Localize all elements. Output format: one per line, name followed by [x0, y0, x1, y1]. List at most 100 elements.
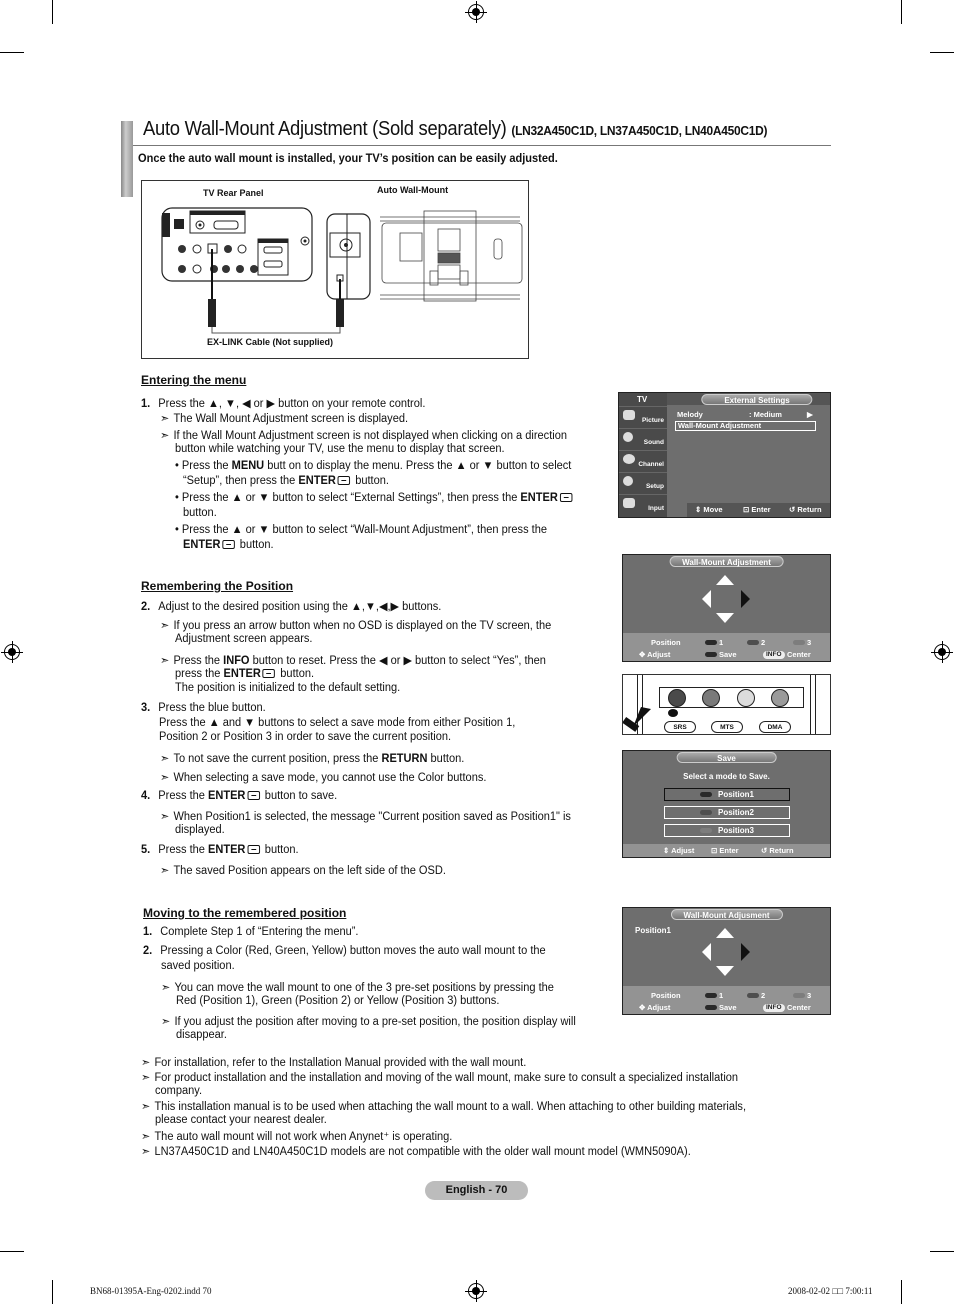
position-2-number: 2 — [761, 638, 766, 647]
crop-mark — [52, 1280, 53, 1304]
note: ➣ When Position1 is selected, the message… — [160, 811, 571, 823]
note: ➣ If you adjust the position after moving… — [161, 1016, 576, 1028]
enter-icon — [559, 493, 573, 502]
crop-mark — [901, 0, 902, 24]
step-2: 2. Pressing a Color (Red, Green, Yellow) … — [143, 945, 546, 957]
enter-icon — [247, 791, 260, 800]
input-icon — [623, 498, 635, 508]
crop-mark — [0, 1251, 24, 1252]
arrow-up-icon[interactable] — [716, 575, 734, 585]
general-note: ➣ For installation, refer to the Installa… — [141, 1057, 527, 1069]
crop-mark — [930, 1251, 954, 1252]
save-option-position1[interactable]: Position1 — [664, 788, 790, 801]
enter-icon — [337, 476, 351, 485]
dma-button[interactable]: DMA — [759, 721, 791, 733]
bullet: • Press the ▲ or ▼ button to select “Wal… — [175, 524, 548, 536]
section-heading-entering-menu: Entering the menu — [141, 373, 247, 387]
osd-menu-input[interactable]: Input — [619, 494, 667, 514]
arrow-right-icon[interactable] — [741, 590, 750, 608]
ex-link-cable-label: EX-LINK Cable (Not supplied) — [207, 337, 333, 347]
osd-legend-bar: Position 1 2 3 ✥ Adjust Save INFO Center — [623, 633, 830, 661]
print-slug-filename: BN68-01395A-Eng-0202.indd 70 — [90, 1286, 212, 1296]
osd-wall-mount-adjustment: Wall-Mount Adjustment Position 1 2 3 ✥ A… — [622, 554, 831, 662]
saved-position-label: Position1 — [635, 926, 672, 935]
bullet: • Press the MENU butt on to display the … — [175, 460, 572, 472]
blue-button[interactable] — [771, 689, 789, 707]
osd-sidebar: TV Picture Sound Channel Setup Input — [619, 393, 667, 517]
sound-icon — [623, 432, 633, 442]
osd-menu-setup[interactable]: Setup — [619, 472, 667, 492]
position-2-pill — [747, 640, 759, 645]
osd-menu-sound[interactable]: Sound — [619, 428, 667, 448]
arrow-up-icon[interactable] — [716, 928, 734, 938]
note: ➣ The saved Position appears on the left … — [160, 865, 446, 877]
save-pill — [705, 1005, 717, 1010]
osd-row-melody-label[interactable]: Melody — [677, 410, 703, 419]
note: ➣ Press the INFO button to reset. Press t… — [160, 655, 546, 667]
center-hint: Center — [787, 1003, 811, 1012]
arrow-right-icon[interactable] — [741, 943, 750, 961]
osd-hint-move: ⇕ Move — [695, 505, 723, 514]
crop-mark — [901, 1280, 902, 1304]
osd-menu-channel[interactable]: Channel — [619, 450, 667, 470]
enter-icon — [222, 540, 235, 549]
osd-tv-label: TV — [637, 395, 648, 404]
arrow-left-icon[interactable] — [702, 943, 711, 961]
position-3-pill — [793, 993, 805, 998]
arrow-down-icon[interactable] — [716, 613, 734, 623]
adjust-hint: ✥ Adjust — [639, 1003, 671, 1012]
page-title: Auto Wall-Mount Adjustment (Sold separat… — [143, 118, 767, 141]
note-cont: Red (Position 1), Green (Position 2) or … — [176, 995, 500, 1007]
picture-icon — [623, 410, 635, 420]
registration-mark-icon — [1, 641, 23, 663]
center-hint: Center — [787, 650, 811, 659]
green-button[interactable] — [702, 689, 720, 707]
osd-hint-enter: ⊡ Enter — [711, 846, 739, 855]
registration-mark-icon — [465, 1, 487, 23]
osd-hint-return: ↺ Return — [761, 846, 794, 855]
general-note-cont: company. — [155, 1085, 203, 1097]
print-slug-timestamp: 2008-02-02 □□ 7:00:11 — [788, 1286, 873, 1296]
osd-caption: Save — [676, 752, 777, 763]
osd-external-settings-menu: TV Picture Sound Channel Setup Input Ext… — [618, 392, 831, 518]
note: ➣ You can move the wall mount to one of t… — [161, 982, 554, 994]
save-option-position2[interactable]: Position2 — [664, 806, 790, 819]
section-marker-bar — [121, 121, 133, 197]
note-cont: Adjustment screen appears. — [175, 633, 313, 645]
save-pill — [705, 652, 717, 657]
enter-icon — [247, 845, 260, 854]
step-2: 2. Adjust to the desired position using t… — [141, 601, 442, 613]
info-badge: INFO — [763, 651, 785, 659]
save-option-position3[interactable]: Position3 — [664, 824, 790, 837]
registration-mark-icon — [931, 641, 953, 663]
position-1-pill — [705, 993, 717, 998]
osd-row-wall-mount-adjustment[interactable]: Wall-Mount Adjustment — [675, 421, 816, 431]
red-button[interactable] — [668, 689, 686, 707]
osd-caption: External Settings — [701, 394, 813, 405]
note: ➣ The Wall Mount Adjustment screen is dis… — [160, 413, 409, 425]
chevron-right-icon: ▶ — [807, 410, 813, 419]
position-3-number: 3 — [807, 991, 812, 1000]
step-cont: saved position. — [161, 960, 235, 972]
osd-menu-picture[interactable]: Picture — [619, 406, 667, 426]
note: ➣ When selecting a save mode, you cannot … — [160, 772, 487, 784]
arrow-left-icon[interactable] — [702, 590, 711, 608]
arrow-down-icon[interactable] — [716, 966, 734, 976]
step-cont: Press the ▲ and ▼ buttons to select a sa… — [159, 717, 516, 729]
srs-button[interactable]: SRS — [664, 721, 696, 733]
osd-legend-bar: Position 1 2 3 ✥ Adjust Save INFO Center — [623, 986, 830, 1014]
pointer-arrow-icon — [623, 707, 651, 732]
save-hint: Save — [719, 1003, 737, 1012]
bullet-cont: ENTER button. — [183, 539, 274, 551]
note-cont: The position is initialized to the defau… — [175, 682, 401, 694]
diagram-illustration — [161, 207, 523, 334]
note-cont: disappear. — [176, 1029, 227, 1041]
position-2-number: 2 — [761, 991, 766, 1000]
bullet-cont: “Setup”, then press the ENTER button. — [183, 475, 389, 487]
note-cont: displayed. — [175, 824, 225, 836]
bullet: • Press the ▲ or ▼ button to select “Ext… — [175, 492, 574, 504]
osd-wall-mount-adjustment-saved: Wall-Mount Adjusment Position1 Position … — [622, 907, 831, 1015]
yellow-button[interactable] — [737, 689, 755, 707]
mts-button[interactable]: MTS — [711, 721, 743, 733]
osd-save: Save Select a mode to Save. Position1 Po… — [622, 750, 831, 858]
